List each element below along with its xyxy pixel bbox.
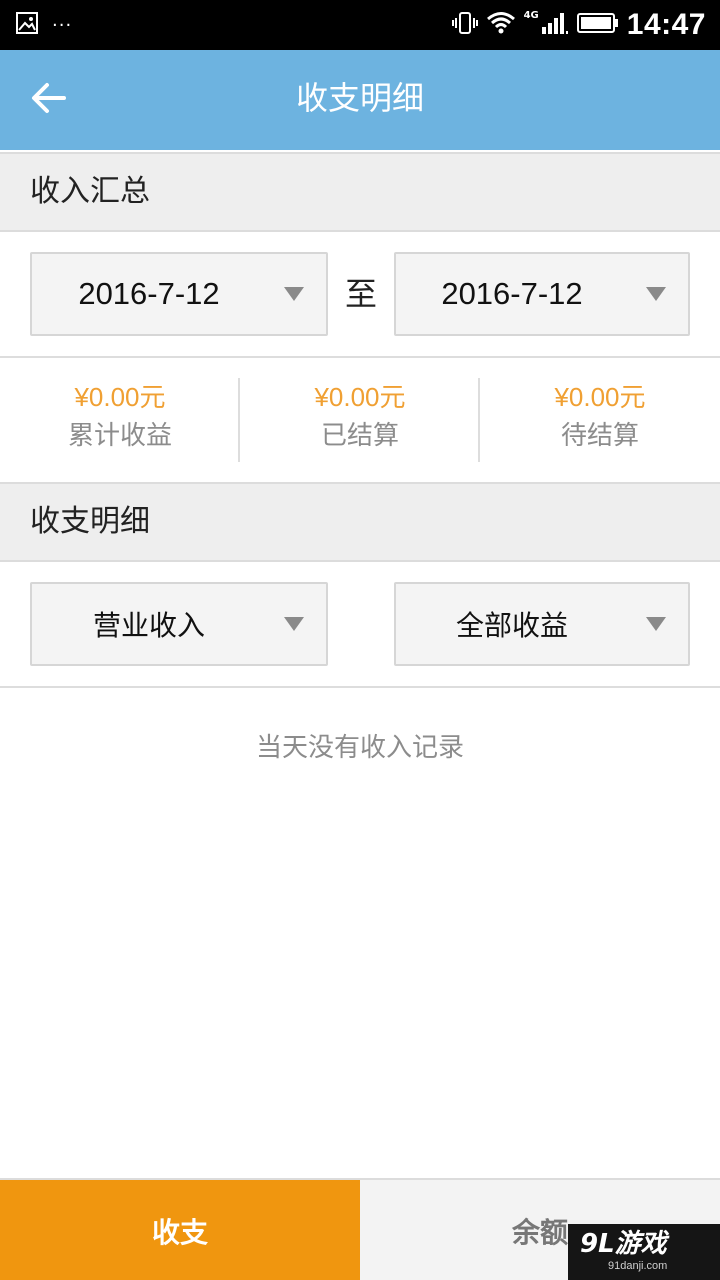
wifi-icon [486,11,516,39]
detail-section-title: 收支明细 [30,504,150,539]
stat-label: 已结算 [320,421,399,451]
page-title: 收支明细 [295,79,424,117]
summary-section-title: 收入汇总 [30,174,150,209]
start-date-value: 2016-7-12 [78,276,220,311]
earnings-scope-dropdown[interactable]: 全部收益 [394,582,690,666]
start-date-dropdown[interactable]: 2016-7-12 [30,252,328,336]
stat-amount: ¥0.00元 [74,382,166,412]
stat-amount: ¥0.00元 [554,382,646,412]
watermark-url: 91danji.com [608,1260,668,1272]
empty-state-message: 当天没有收入记录 [255,733,464,763]
watermark-logo: 9L游戏 [580,1229,667,1259]
caret-down-icon [284,287,304,301]
date-range-separator: 至 [344,275,377,313]
end-date-dropdown[interactable]: 2016-7-12 [394,252,690,336]
network-type-label: 4G [523,9,539,21]
status-bar: ··· 4G 14:47 [0,0,720,50]
stat-label: 累计收益 [67,421,172,451]
vibrate-icon [451,11,478,39]
caret-down-icon [646,287,666,301]
stat-pending: ¥0.00元 待结算 [480,378,720,462]
stat-total-earnings: ¥0.00元 累计收益 [0,378,240,462]
battery-icon [576,12,619,38]
summary-section-header: 收入汇总 [0,152,720,232]
income-type-value: 营业收入 [92,609,205,642]
end-date-value: 2016-7-12 [441,276,583,311]
clock: 14:47 [626,8,706,41]
caret-down-icon [646,617,666,631]
gallery-notification-icon [16,12,38,38]
stat-amount: ¥0.00元 [314,382,406,412]
status-bar-right: 4G 14:47 [451,6,706,44]
site-watermark: 9L游戏 91danji.com [568,1224,720,1280]
detail-section-header: 收支明细 [0,482,720,562]
status-bar-left: ··· [16,12,72,38]
divider [0,686,720,688]
tab-income-expense[interactable]: 收支 [0,1180,360,1280]
stat-settled: ¥0.00元 已结算 [240,378,480,462]
signal-icon [541,11,569,39]
more-notifications-icon: ··· [52,14,73,36]
stat-label: 待结算 [560,421,639,451]
earnings-scope-value: 全部收益 [455,609,568,642]
divider [0,356,720,358]
income-type-dropdown[interactable]: 营业收入 [30,582,328,666]
app-bar: 收支明细 [0,50,720,150]
caret-down-icon [284,617,304,631]
